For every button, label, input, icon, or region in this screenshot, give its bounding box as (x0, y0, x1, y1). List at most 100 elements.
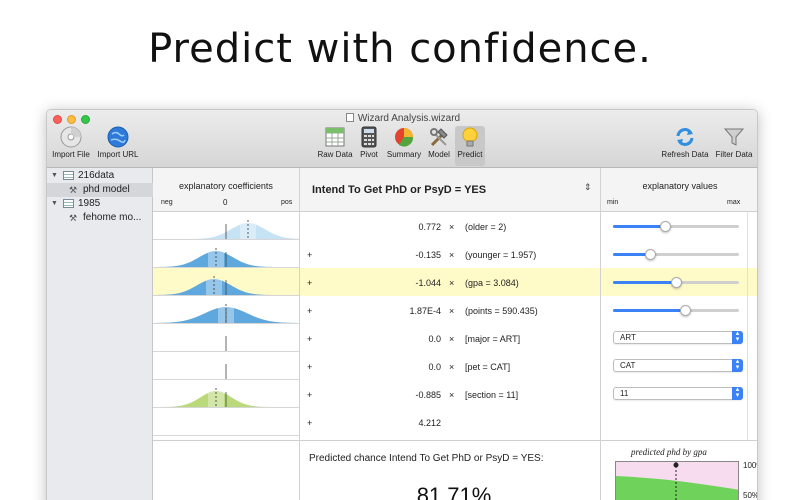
multiply-sign: × (449, 222, 455, 232)
term-row: +0.0 × [major = ART] ART ▴ ▾ (153, 324, 757, 352)
coefficient-value: 4.212 (418, 418, 441, 428)
multiply-sign: × (449, 306, 455, 316)
prediction-area: Predicted chance Intend To Get PhD or Ps… (153, 440, 758, 500)
empty-cell (153, 441, 299, 500)
summary-button[interactable]: Summary (385, 126, 423, 166)
variable-term: [pet = CAT] (465, 362, 511, 372)
coefficients-header: explanatory coefficients neg 0 pos (153, 168, 299, 212)
multiply-sign: × (449, 250, 455, 260)
value-slider[interactable] (613, 305, 739, 316)
sidebar-item-phd-model[interactable]: ⚒ phd model (47, 183, 153, 197)
prediction-label: Predicted chance Intend To Get PhD or Ps… (309, 453, 544, 464)
value-popup[interactable]: CAT ▴ ▾ (613, 358, 743, 372)
dataset-icon (63, 171, 74, 180)
slider-knob[interactable] (659, 221, 671, 232)
document-icon (345, 113, 354, 122)
pivot-button[interactable]: Pivot (356, 126, 382, 166)
lightbulb-icon (462, 127, 478, 147)
coefficient-distribution (153, 268, 299, 296)
predict-button[interactable]: Predict (455, 126, 485, 166)
term-row: +0.0 × [pet = CAT] CAT ▴ ▾ (153, 352, 757, 380)
headline: Predict with confidence. (148, 26, 652, 72)
globe-icon (107, 126, 129, 148)
filter-data-button[interactable]: Filter Data (713, 126, 755, 166)
term-row: +1.87E-4 × (points = 590.435) (153, 296, 757, 324)
coefficient-value: -1.044 (415, 278, 441, 288)
coefficient-value: 1.87E-4 (409, 306, 441, 316)
popup-arrows-icon[interactable]: ▴ ▾ (732, 358, 743, 372)
coefficient-value: -0.135 (415, 250, 441, 260)
mini-chart (615, 461, 739, 500)
table-icon (325, 127, 345, 147)
variable-term: [major = ART] (465, 334, 521, 344)
variable-term: (younger = 1.957) (465, 250, 537, 260)
coefficient-distribution (153, 324, 299, 352)
multiply-sign: × (449, 278, 455, 288)
coefficient-curve (153, 388, 299, 407)
value-slider[interactable] (613, 277, 739, 288)
dataset-icon (63, 199, 74, 208)
funnel-icon (723, 128, 745, 146)
disclosure-triangle-icon[interactable]: ▼ (51, 169, 58, 183)
slider-knob[interactable] (644, 249, 656, 260)
pie-chart-icon (395, 128, 414, 147)
popup-arrows-icon[interactable]: ▴ ▾ (732, 386, 743, 400)
value-popup[interactable]: 11 ▴ ▾ (613, 386, 743, 400)
import-url-button[interactable]: Import URL (95, 126, 141, 166)
sidebar: ▼ 216data ⚒ phd model ▼ 1985 ⚒ fehome mo… (47, 168, 153, 500)
tools-icon (430, 128, 448, 147)
coefficient-curve (153, 276, 299, 295)
mini-chart-plot (616, 462, 738, 500)
response-selector[interactable]: Intend To Get PhD or PsyD = YES ⇕ (300, 168, 600, 212)
coefficient-curve (153, 304, 299, 323)
popup-value: ART (620, 333, 636, 342)
popup-value: 11 (620, 389, 629, 398)
model-icon: ⚒ (69, 185, 78, 195)
refresh-data-button[interactable]: Refresh Data (659, 126, 711, 166)
coefficient-value: 0.772 (418, 222, 441, 232)
model-button[interactable]: Model (425, 126, 453, 166)
mini-chart-tick: 100% (743, 461, 757, 470)
raw-data-button[interactable]: Raw Data (317, 126, 353, 166)
sidebar-item-fehome-model[interactable]: ⚒ fehome mo... (47, 211, 153, 225)
value-slider[interactable] (613, 249, 739, 260)
stepper-arrows-icon[interactable]: ⇕ (584, 182, 592, 193)
coefficient-curve (225, 336, 227, 351)
variable-term: [section = 11] (465, 390, 519, 400)
mini-chart-marker (673, 462, 679, 468)
plus-sign: + (307, 390, 313, 400)
sidebar-item-1985[interactable]: ▼ 1985 (47, 197, 153, 211)
popup-arrows-icon[interactable]: ▴ ▾ (732, 330, 743, 344)
term-row: 0.772 × (older = 2) (153, 212, 757, 240)
variable-term: (gpa = 3.084) (465, 278, 519, 288)
term-row: + -0.885 × [section = 11] 11 ▴ ▾ (153, 380, 757, 408)
slider-fill (613, 281, 676, 284)
slider-knob[interactable] (671, 277, 682, 288)
disclosure-triangle-icon[interactable]: ▼ (51, 197, 58, 211)
mini-chart-title: predicted phd by gpa (631, 447, 707, 457)
coefficient-distribution (153, 352, 299, 380)
divider (747, 212, 748, 440)
value-slider[interactable] (613, 221, 739, 232)
term-row: + -1.044 × (gpa = 3.084) (153, 268, 757, 296)
refresh-icon (676, 128, 694, 146)
coefficient-distribution (153, 408, 299, 436)
term-row: + -0.135 × (younger = 1.957) (153, 240, 757, 268)
predict-panel: explanatory coefficients neg 0 pos Inten… (153, 168, 758, 500)
slider-fill (613, 225, 665, 228)
coefficient-value: -0.885 (415, 390, 441, 400)
slider-knob[interactable] (679, 305, 691, 316)
value-popup[interactable]: ART ▴ ▾ (613, 330, 743, 344)
mini-chart-tick: 50% (743, 491, 758, 500)
plus-sign: + (307, 306, 313, 316)
sidebar-item-216data[interactable]: ▼ 216data (47, 169, 153, 183)
coefficient-value: 0.0 (428, 334, 441, 344)
title-bar: Wizard Analysis.wizard Import File Impor… (47, 110, 757, 168)
slider-fill (613, 309, 685, 312)
import-file-button[interactable]: Import File (51, 126, 91, 166)
multiply-sign: × (449, 334, 455, 344)
values-header: explanatory values min max (601, 168, 757, 212)
coefficient-distribution (153, 380, 299, 408)
variable-term: (older = 2) (465, 222, 507, 232)
multiply-sign: × (449, 362, 455, 372)
